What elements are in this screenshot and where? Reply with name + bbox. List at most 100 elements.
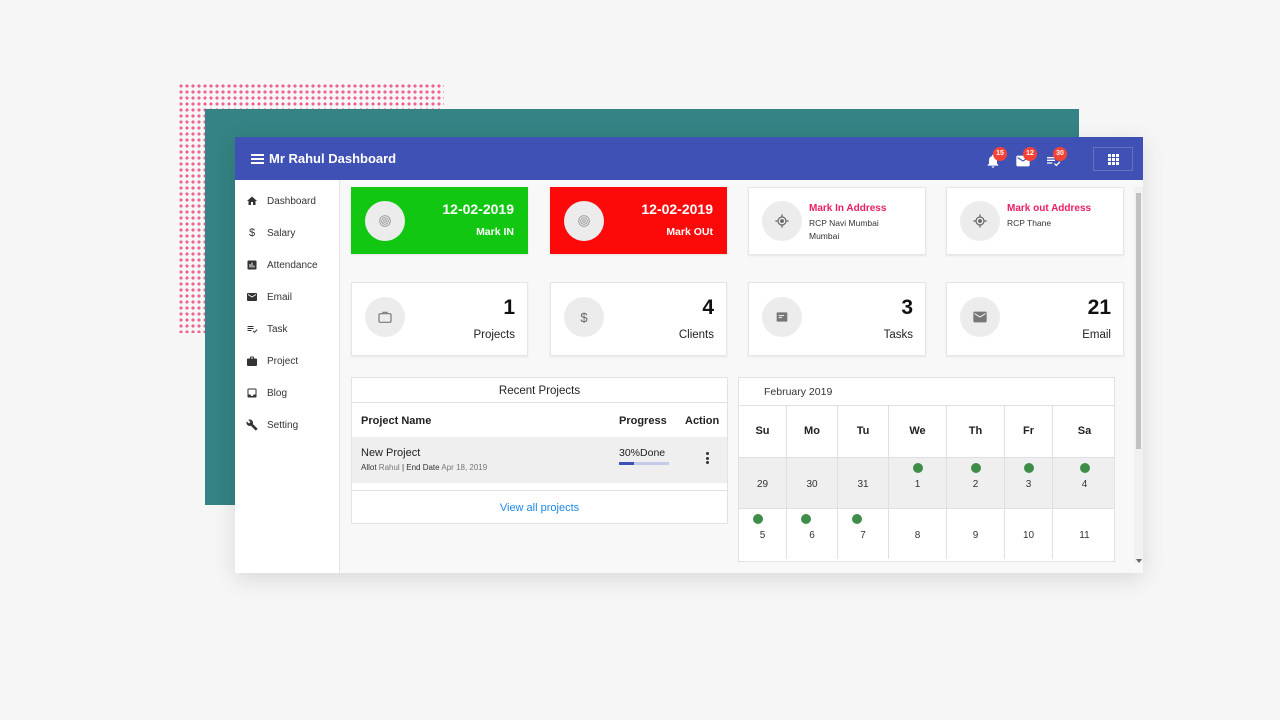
tasks-count-badge: 30 — [1053, 147, 1067, 161]
stat-value: 3 — [901, 296, 913, 319]
notifications-count-badge: 15 — [993, 147, 1007, 161]
sidebar-item-label: Dashboard — [267, 195, 316, 207]
calendar-day-cell[interactable]: 7 — [838, 509, 889, 559]
stat-label: Clients — [678, 329, 714, 341]
stat-card-tasks[interactable]: 3 Tasks — [748, 282, 926, 356]
stat-card-clients[interactable]: $ 4 Clients — [550, 282, 727, 356]
calendar-day-number: 4 — [1081, 479, 1088, 490]
calendar-day-number: 9 — [972, 530, 979, 541]
calendar-day-cell[interactable]: 2 — [947, 458, 1005, 508]
calendar-day-cell[interactable]: 11 — [1053, 509, 1114, 559]
mark-in-label: Mark IN — [476, 226, 514, 238]
calendar-day-number: 7 — [860, 530, 866, 541]
weekday-label: Tu — [838, 406, 889, 457]
progress-bar — [619, 462, 669, 465]
table-row: New Project Allot Rahul | End Date Apr 1… — [352, 437, 727, 483]
mark-out-date: 12-02-2019 — [641, 201, 713, 217]
stat-card-projects[interactable]: 1 Projects — [351, 282, 528, 356]
calendar-day-cell[interactable]: 5 — [739, 509, 787, 559]
top-app-bar: Mr Rahul Dashboard 15 12 30 — [235, 137, 1143, 180]
vertical-scrollbar[interactable] — [1134, 187, 1143, 563]
view-all-projects-link[interactable]: View all projects — [352, 490, 727, 524]
calendar-day-cell[interactable]: 6 — [787, 509, 838, 559]
sidebar-item-task[interactable]: Task — [235, 318, 340, 340]
recent-projects-title: Recent Projects — [352, 378, 727, 403]
mail-button[interactable]: 12 — [1013, 147, 1037, 172]
calendar-day-cell[interactable]: 1 — [889, 458, 947, 508]
calendar-day-cell[interactable]: 30 — [787, 458, 838, 508]
briefcase-icon — [365, 297, 405, 337]
project-name: New Project — [361, 447, 421, 459]
wrench-icon — [246, 419, 258, 431]
calendar-day-number: 10 — [1022, 530, 1035, 541]
mark-out-address-title: Mark out Address — [1007, 203, 1092, 214]
calendar-day-cell[interactable]: 10 — [1005, 509, 1053, 559]
calendar-month-title: February 2019 — [764, 386, 833, 398]
allot-label: Allot — [361, 463, 377, 472]
sidebar-item-email[interactable]: Email — [235, 286, 340, 308]
sidebar-item-setting[interactable]: Setting — [235, 414, 340, 436]
scroll-down-arrow-icon[interactable] — [1136, 559, 1142, 563]
scrollbar-thumb[interactable] — [1136, 193, 1141, 449]
sidebar-item-project[interactable]: Project — [235, 350, 340, 372]
calendar-day-cell[interactable]: 31 — [838, 458, 889, 508]
inbox-icon — [246, 387, 258, 399]
mark-out-address-card: Mark out Address RCP Thane — [946, 187, 1124, 255]
event-dot — [1079, 463, 1090, 473]
weekday-label: Mo — [787, 406, 838, 457]
chart-icon — [246, 259, 258, 271]
more-vert-icon[interactable] — [701, 450, 713, 466]
apps-grid-button[interactable] — [1093, 147, 1133, 171]
sidebar-item-blog[interactable]: Blog — [235, 382, 340, 404]
calendar-day-number: 2 — [972, 479, 979, 490]
calendar-day-number: 5 — [759, 530, 766, 541]
event-dot — [801, 514, 811, 524]
weekday-label: We — [889, 406, 947, 457]
sidebar-item-label: Salary — [267, 227, 296, 239]
column-header-progress: Progress — [619, 415, 667, 427]
sidebar: Dashboard $ Salary Attendance Email Task… — [235, 180, 340, 573]
mail-count-badge: 12 — [1023, 147, 1037, 161]
calendar-day-number: 29 — [756, 479, 769, 490]
mark-in-address-text: RCP Navi Mumbai Mumbai — [809, 218, 879, 241]
event-dot — [971, 463, 981, 473]
calendar-day-cell[interactable]: 29 — [739, 458, 787, 508]
apps-grid-icon — [1107, 153, 1119, 165]
hamburger-menu-icon[interactable] — [251, 154, 264, 164]
sidebar-item-attendance[interactable]: Attendance — [235, 254, 340, 276]
calendar-day-number: 3 — [1025, 479, 1032, 490]
calendar-day-cell[interactable]: 4 — [1053, 458, 1114, 508]
progress-text: 30%Done — [619, 447, 666, 459]
sidebar-item-label: Attendance — [267, 259, 318, 271]
end-date-value: Apr 18, 2019 — [441, 463, 488, 472]
event-dot — [852, 514, 862, 524]
meta-separator: | — [401, 463, 405, 472]
sidebar-item-label: Project — [267, 355, 299, 367]
home-icon — [246, 195, 258, 207]
calendar-day-cell[interactable]: 8 — [889, 509, 947, 559]
app-title: Mr Rahul Dashboard — [269, 151, 397, 166]
dollar-icon: $ — [248, 227, 256, 239]
gps-icon — [960, 201, 1000, 241]
calendar-day-number: 11 — [1079, 530, 1090, 541]
notifications-button[interactable]: 15 — [983, 147, 1007, 172]
weekday-label: Sa — [1077, 425, 1092, 437]
recent-projects-panel: Recent Projects Project Name Progress Ac… — [351, 377, 728, 524]
mark-in-card[interactable]: 12-02-2019 Mark IN — [351, 187, 528, 254]
folder-icon — [762, 297, 802, 337]
stat-label: Tasks — [883, 329, 913, 341]
calendar-day-cell[interactable]: 9 — [947, 509, 1005, 559]
sidebar-item-dashboard[interactable]: Dashboard — [235, 190, 340, 212]
stat-card-email[interactable]: 21 Email — [946, 282, 1124, 356]
sidebar-item-salary[interactable]: $ Salary — [235, 222, 340, 244]
project-meta: Allot Rahul | End Date Apr 18, 2019 — [361, 463, 487, 472]
mark-in-address-title: Mark In Address — [809, 203, 887, 214]
event-dot — [1024, 463, 1034, 473]
calendar-day-cell[interactable]: 3 — [1005, 458, 1053, 508]
calendar-day-number: 8 — [914, 530, 921, 541]
fingerprint-icon — [564, 201, 604, 241]
tasks-button[interactable]: 30 — [1043, 147, 1067, 172]
stat-value: 4 — [702, 296, 714, 319]
mark-out-card[interactable]: 12-02-2019 Mark OUt — [550, 187, 727, 254]
briefcase-icon — [246, 355, 258, 367]
